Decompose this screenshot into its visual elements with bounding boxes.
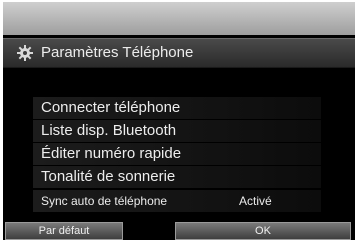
- default-button[interactable]: Par défaut: [5, 222, 123, 240]
- gear-icon: [17, 45, 33, 61]
- menu-item-label: Sync auto de téléphone: [41, 194, 168, 208]
- phone-settings-screen: Paramètres Téléphone Connecter téléphone…: [3, 2, 355, 240]
- top-bar: [3, 2, 355, 35]
- auto-sync-status: Activé: [239, 194, 272, 208]
- menu-item-label: Tonalité de sonnerie: [41, 168, 176, 185]
- menu-item-label: Éditer numéro rapide: [41, 145, 182, 162]
- menu-item-connect-phone[interactable]: Connecter téléphone: [33, 97, 321, 119]
- menu-item-auto-sync[interactable]: Sync auto de téléphone Activé: [33, 190, 321, 212]
- page-title: Paramètres Téléphone: [41, 44, 194, 61]
- menu-item-ringtone[interactable]: Tonalité de sonnerie: [33, 166, 321, 188]
- menu-item-label: Connecter téléphone: [41, 99, 181, 116]
- menu-item-speed-dial[interactable]: Éditer numéro rapide: [33, 143, 321, 165]
- menu-item-label: Liste disp. Bluetooth: [41, 122, 177, 139]
- ok-button[interactable]: OK: [175, 222, 351, 240]
- menu-item-bluetooth-list[interactable]: Liste disp. Bluetooth: [33, 120, 321, 142]
- settings-header: Paramètres Téléphone: [3, 38, 355, 68]
